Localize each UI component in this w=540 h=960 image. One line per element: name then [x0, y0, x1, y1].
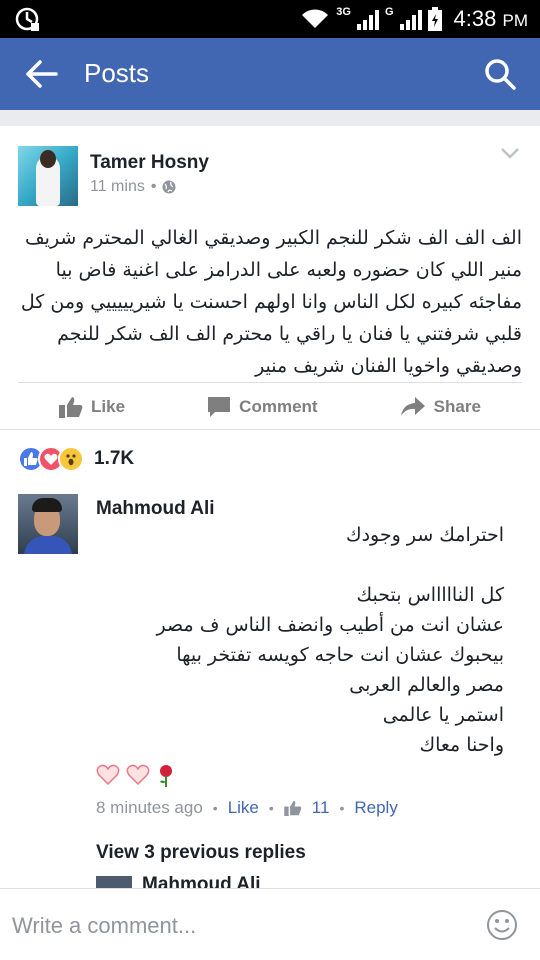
signal-icon: [356, 8, 379, 30]
share-arrow-icon: [400, 396, 425, 416]
heart-icon: [96, 764, 120, 786]
meta-dot: •: [150, 178, 157, 195]
clock-ampm: PM: [502, 11, 529, 30]
meta-dot: •: [339, 800, 345, 816]
chevron-down-icon[interactable]: [500, 146, 520, 160]
wow-reaction-icon: [58, 446, 84, 472]
comment-text: احترامك سر وجودك كل الناااااس بتحبك عشان…: [156, 524, 504, 756]
comment-button[interactable]: Comment: [207, 396, 318, 418]
status-bar: 3G G 4:38 PM: [0, 0, 540, 38]
heart-icon: [126, 764, 150, 786]
post-text: الف الف الف شكر للنجم الكبير وصديقي الغا…: [20, 227, 522, 377]
post-time[interactable]: 11 mins: [90, 178, 145, 196]
comment-label: Comment: [239, 396, 318, 416]
comment-like-button[interactable]: Like: [228, 798, 259, 818]
post-card: Tamer Hosny 11 mins • الف الف الف شكر لل…: [0, 126, 540, 430]
share-label: Share: [433, 396, 481, 416]
share-button[interactable]: Share: [400, 396, 481, 418]
comment-time[interactable]: 8 minutes ago: [96, 798, 203, 818]
network-g-label: G: [384, 6, 394, 18]
thumbs-up-icon: [59, 396, 83, 418]
comment-input[interactable]: [12, 911, 452, 941]
comment-composer: [0, 888, 540, 960]
back-arrow-icon[interactable]: [24, 58, 60, 90]
search-icon[interactable]: [484, 58, 516, 90]
meta-dot: •: [268, 800, 274, 816]
globe-icon: [162, 180, 176, 194]
comment-likes-count[interactable]: 11: [312, 798, 330, 818]
app-bar: Posts: [0, 38, 540, 110]
battery-icon: [427, 7, 442, 31]
clock-time: 4:38: [453, 6, 497, 31]
comment-icon: [208, 396, 231, 417]
comment-meta: 8 minutes ago • Like • 11 • Reply: [96, 798, 398, 818]
like-button[interactable]: Like: [59, 396, 125, 418]
comment-emojis: [96, 764, 176, 788]
emoji-picker-icon[interactable]: [486, 909, 518, 941]
meta-dot: •: [212, 800, 218, 816]
post-action-bar: Like Comment Share: [18, 382, 522, 430]
rose-icon: [160, 765, 172, 787]
post-author[interactable]: Tamer Hosny: [90, 152, 209, 174]
reply-button[interactable]: Reply: [354, 798, 397, 818]
wifi-icon: [302, 9, 329, 28]
comment-author[interactable]: Mahmoud Ali: [96, 498, 215, 520]
signal-icon-2: [399, 8, 422, 30]
author-avatar[interactable]: [18, 146, 78, 206]
reactions-summary[interactable]: 1.7K: [18, 444, 134, 474]
section-divider: [0, 110, 540, 126]
post-meta: 11 mins •: [90, 178, 176, 196]
reaction-count: 1.7K: [94, 448, 135, 469]
data-saver-icon: [15, 7, 39, 31]
like-label: Like: [91, 396, 126, 416]
clock: 4:38 PM: [454, 6, 528, 32]
thumbs-up-icon: [284, 800, 302, 816]
commenter-avatar[interactable]: [18, 494, 78, 554]
view-previous-replies-link[interactable]: View 3 previous replies: [96, 842, 306, 864]
page-title: Posts: [84, 58, 150, 88]
network-3g-label: 3G: [336, 6, 351, 18]
